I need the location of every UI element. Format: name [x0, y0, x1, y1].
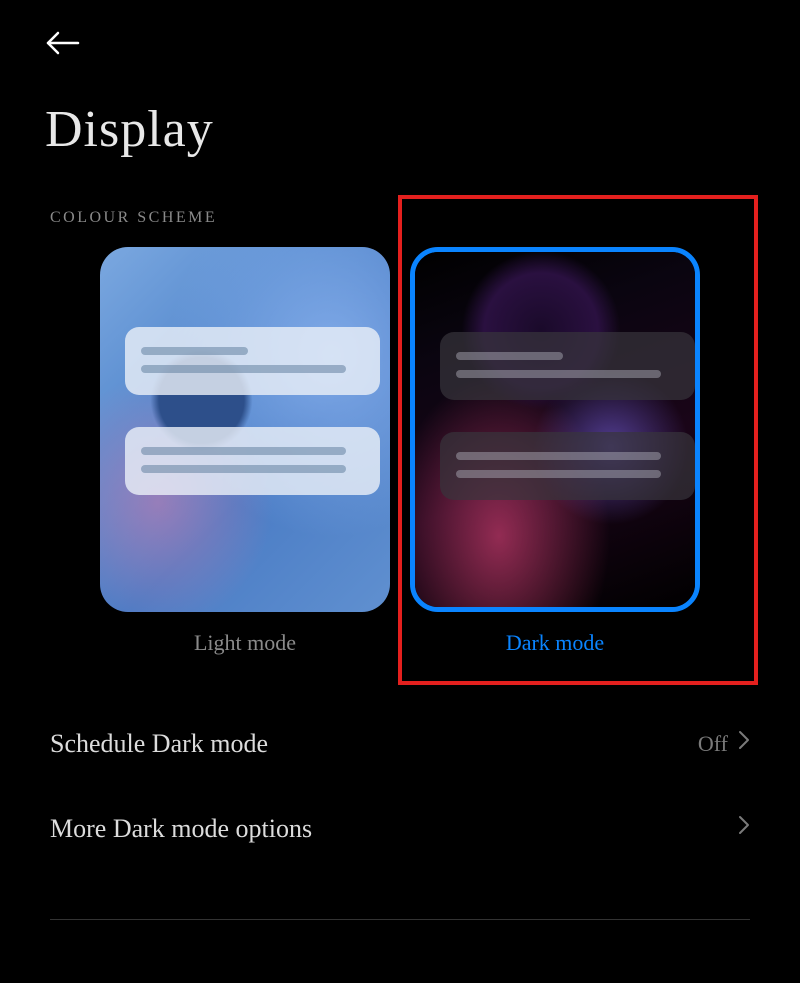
schedule-dark-mode-row[interactable]: Schedule Dark mode Off — [50, 701, 750, 786]
light-mode-preview — [100, 247, 390, 612]
light-mode-label: Light mode — [194, 630, 296, 656]
section-label-colour-scheme: COLOUR SCHEME — [0, 209, 800, 247]
dark-mode-option[interactable]: Dark mode — [410, 247, 700, 656]
back-arrow-icon[interactable] — [45, 28, 81, 65]
light-mode-option[interactable]: Light mode — [100, 247, 390, 656]
chevron-right-icon — [738, 815, 750, 842]
divider — [50, 919, 750, 920]
more-dark-mode-options-row[interactable]: More Dark mode options — [50, 786, 750, 871]
schedule-label: Schedule Dark mode — [50, 729, 268, 759]
more-options-label: More Dark mode options — [50, 814, 312, 844]
dark-mode-label: Dark mode — [506, 630, 604, 656]
page-title: Display — [0, 75, 800, 209]
colour-scheme-cards: Light mode Dark mode — [0, 247, 800, 656]
schedule-value: Off — [698, 731, 728, 757]
chevron-right-icon — [738, 730, 750, 757]
dark-mode-preview — [410, 247, 700, 612]
